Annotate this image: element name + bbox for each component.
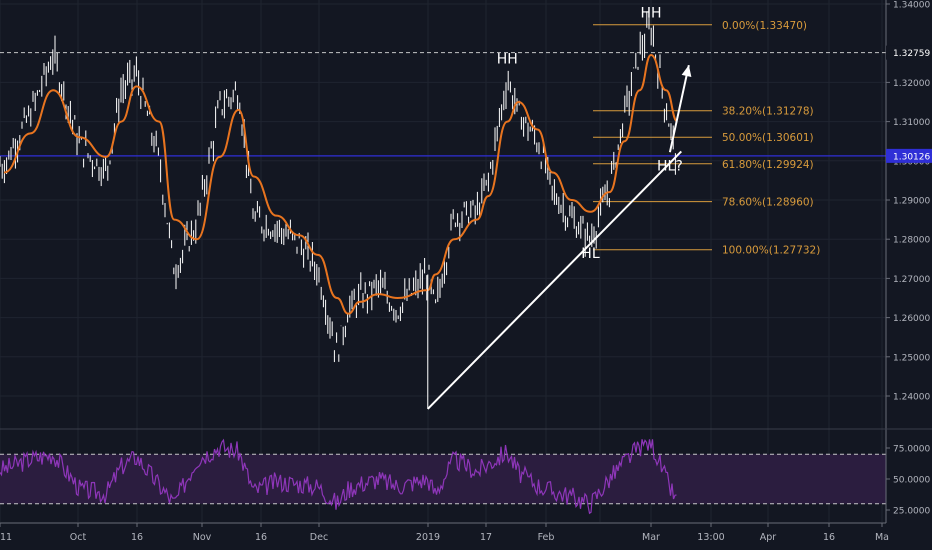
price-axis-label: 1.32000 [893,79,930,89]
time-axis-label: 16 [131,532,143,543]
annotation-label: HH [640,6,661,22]
time-axis-label: Feb [538,532,555,543]
price-axis-label: 1.28000 [893,236,930,246]
price-axis-label: 1.24000 [893,393,930,403]
fib-level-label: 100.00%(1.27732) [722,245,820,257]
rsi-axis-label: 25.0000 [893,507,930,517]
time-axis-label: 11 [0,532,12,543]
fib-level-label: 50.00%(1.30601) [722,132,814,144]
price-axis-label: 1.26000 [893,314,930,324]
time-axis-label: Dec [310,532,328,543]
fib-level-label: 78.60%(1.28960) [722,197,814,209]
time-axis-label: Mar [642,532,660,543]
time-axis-label: 16 [823,532,835,543]
time-axis-label: Nov [193,532,212,543]
last-price-label: 1.32759 [886,45,932,60]
time-axis-label: 13:00 [697,532,724,543]
time-axis-label: Oct [70,532,87,543]
current-price-label: 1.30126 [886,148,932,163]
annotation-label: HH [497,52,518,68]
last-price-label-text: 1.32759 [893,49,930,59]
chart-root: 0.00%(1.33470) 38.20%(1.31278) 50.00%(1.30… [0,0,932,550]
fib-level-label: 61.80%(1.29924) [722,159,814,171]
rsi-axis-label: 50.0000 [893,476,930,486]
time-axis-label: Ma [875,532,889,543]
annotation-label: HL? [657,159,683,175]
price-axis-label: 1.31000 [893,118,930,128]
time-axis-label: 2019 [416,532,440,543]
fib-level-label: 0.00%(1.33470) [722,20,807,32]
time-axis-label: 17 [480,532,492,543]
rsi-band-fill [0,454,886,504]
current-price-label-text: 1.30126 [893,152,930,162]
time-axis-label: Apr [760,532,777,543]
time-axis-label: 16 [255,532,267,543]
price-axis-label: 1.29000 [893,197,930,207]
fib-level-label: 38.20%(1.31278) [722,106,814,118]
annotation-label: HL [581,246,600,262]
price-axis-label: 1.34000 [893,1,930,11]
price-axis-label: 1.27000 [893,275,930,285]
price-axis-label: 1.25000 [893,353,930,363]
rsi-axis-label: 75.0000 [893,445,930,455]
